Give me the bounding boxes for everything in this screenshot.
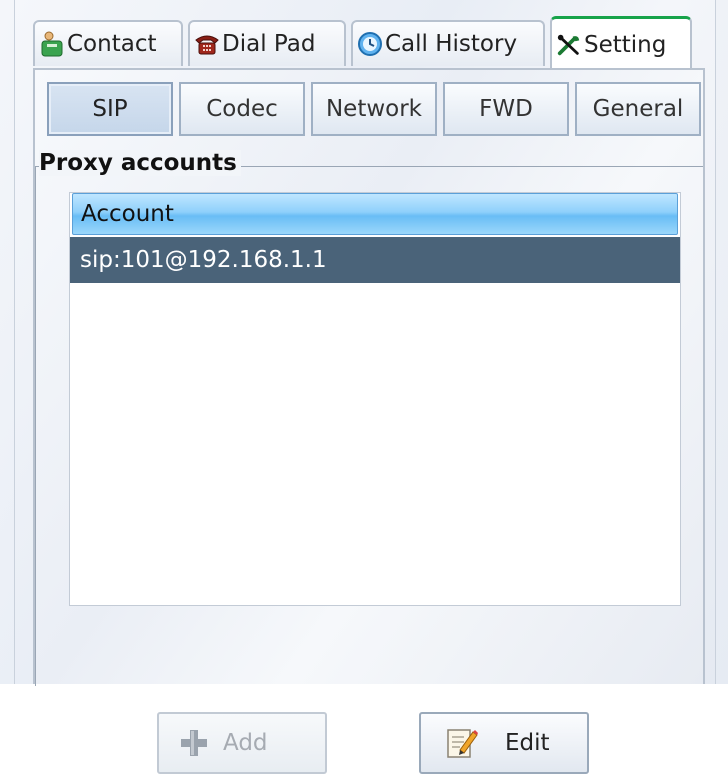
group-title: Proxy accounts [39, 150, 245, 176]
tab-label: Call History [385, 31, 518, 57]
column-header-label: Account [81, 201, 174, 227]
group-title-text: Proxy accounts [39, 150, 241, 176]
subtab-fwd[interactable]: FWD [443, 82, 569, 136]
tools-icon [556, 32, 582, 58]
edit-button-label: Edit [505, 730, 550, 756]
contact-icon [39, 31, 65, 57]
subtab-label: SIP [92, 96, 128, 122]
subtab-label: Network [325, 96, 423, 122]
subtab-codec[interactable]: Codec [179, 82, 305, 136]
tab-dial-pad[interactable]: Dial Pad [188, 20, 346, 66]
subtab-general[interactable]: General [575, 82, 701, 136]
tab-contact[interactable]: Contact [33, 20, 183, 66]
add-button[interactable]: Add [157, 712, 327, 774]
edit-button[interactable]: Edit [419, 712, 589, 774]
subtab-network[interactable]: Network [311, 82, 437, 136]
settings-panel: SIP Codec Network FWD General Proxy acco… [33, 68, 705, 774]
list-item-selected[interactable]: sip:101@192.168.1.1 [70, 237, 680, 283]
list-header-account[interactable]: Account [72, 193, 678, 235]
tab-label: Dial Pad [222, 31, 316, 57]
subtab-sip[interactable]: SIP [47, 82, 173, 136]
telephone-icon [194, 31, 220, 57]
tab-setting[interactable]: Setting [550, 16, 692, 70]
tab-label: Setting [584, 31, 667, 58]
proxy-accounts-group: Proxy accounts Account sip:101@192.168.1… [35, 150, 703, 774]
edit-icon [445, 726, 479, 760]
subtab-label: General [592, 96, 684, 122]
accounts-list[interactable]: Account sip:101@192.168.1.1 [69, 192, 681, 606]
subtab-label: Codec [206, 96, 278, 122]
subtab-label: FWD [479, 96, 533, 122]
account-value: sip:101@192.168.1.1 [80, 247, 327, 273]
add-button-label: Add [223, 730, 268, 756]
plus-icon [177, 726, 211, 760]
clock-icon [357, 31, 383, 57]
tab-label: Contact [67, 31, 157, 57]
tab-call-history[interactable]: Call History [351, 20, 545, 66]
